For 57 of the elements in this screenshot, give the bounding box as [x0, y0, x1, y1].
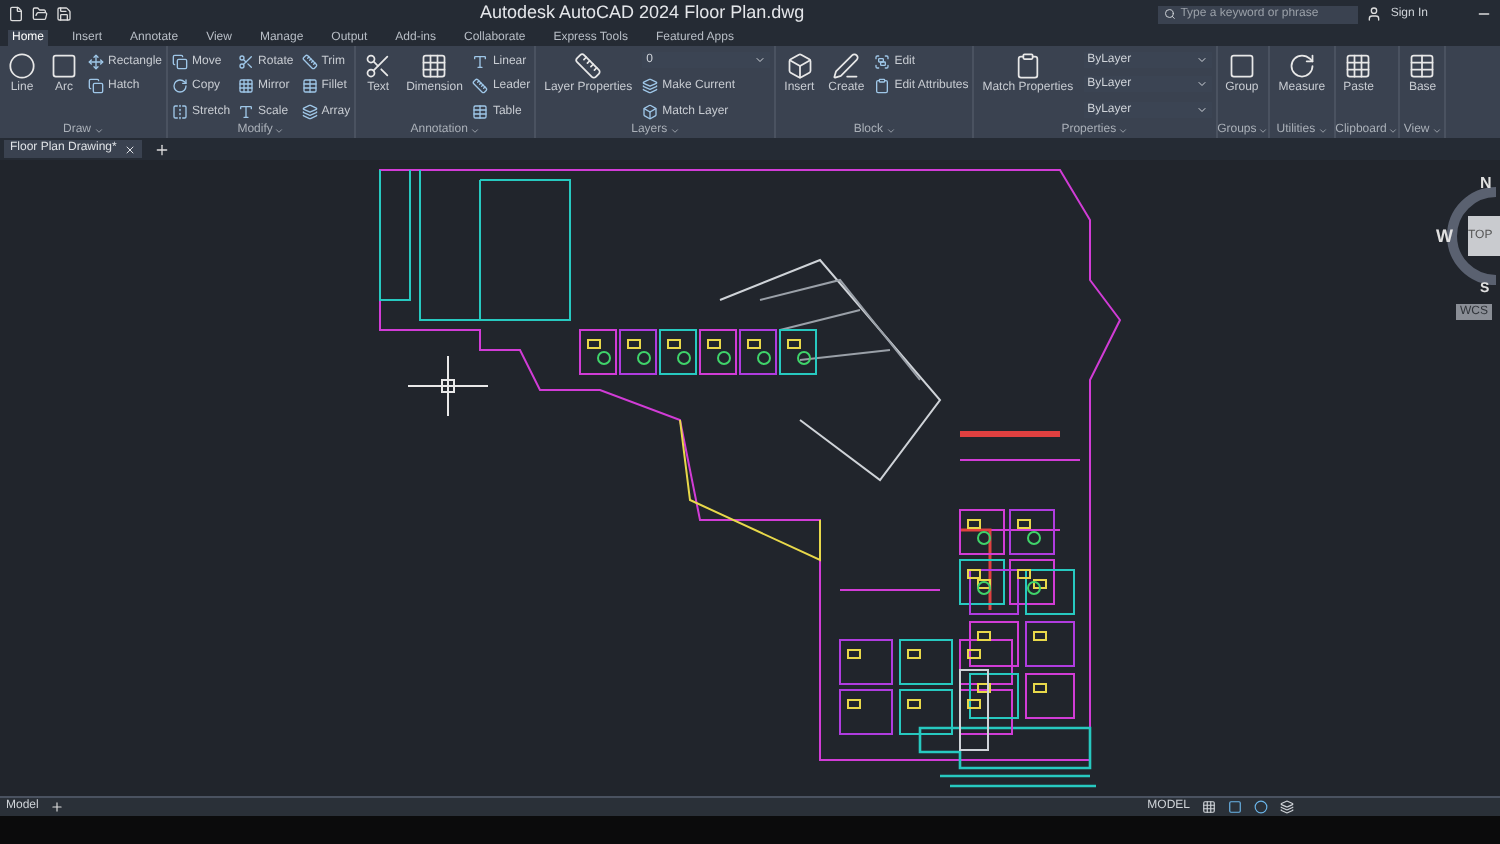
tool-icon [172, 103, 189, 120]
tool-icon [88, 54, 104, 71]
tool-icon [874, 78, 891, 95]
compass-north-label: N [1480, 174, 1492, 192]
tool-icon [50, 52, 78, 80]
tool-icon [301, 103, 318, 120]
tool-icon [238, 54, 255, 71]
tool-icon [472, 103, 489, 120]
new-tab-icon[interactable] [154, 141, 171, 157]
tool-icon [172, 54, 189, 71]
caret-icon [754, 54, 767, 66]
add-layout-icon[interactable] [50, 800, 65, 814]
tool-icon [1227, 52, 1256, 80]
expand-caret-icon[interactable] [1258, 125, 1269, 135]
ortho-icon[interactable] [1228, 800, 1242, 814]
tool-icon [472, 78, 489, 95]
expand-caret-icon[interactable] [669, 125, 680, 135]
open-folder-icon[interactable] [32, 6, 48, 22]
tool-icon [472, 54, 489, 71]
expand-caret-icon[interactable] [885, 125, 896, 135]
expand-caret-icon[interactable] [1431, 125, 1442, 135]
tool-icon [785, 52, 814, 80]
tool-icon [172, 78, 189, 95]
window-title: Autodesk AutoCAD 2024 Floor Plan.dwg [480, 0, 805, 27]
search-icon [1164, 8, 1177, 20]
tool-icon [1344, 52, 1373, 80]
tool-icon [88, 78, 104, 95]
tool-icon [642, 78, 659, 95]
expand-caret-icon[interactable] [1388, 125, 1399, 135]
expand-caret-icon[interactable] [1317, 125, 1328, 135]
tool-icon [301, 54, 318, 71]
tool-icon [642, 103, 659, 120]
expand-caret-icon[interactable] [1118, 125, 1129, 135]
tool-icon [832, 52, 861, 80]
tool-icon [8, 52, 36, 80]
tool-icon [1408, 52, 1437, 80]
tool-icon [574, 52, 603, 80]
close-icon[interactable] [124, 143, 137, 155]
tool-icon [301, 78, 318, 95]
new-file-icon[interactable] [8, 6, 24, 22]
layers-icon[interactable] [1280, 800, 1294, 814]
crosshair-cursor-icon [408, 356, 488, 416]
expand-caret-icon[interactable] [274, 125, 285, 135]
tool-icon [238, 78, 255, 95]
grid-icon[interactable] [1202, 800, 1216, 814]
tool-icon [420, 52, 449, 80]
tool-icon [1013, 52, 1042, 80]
tool-icon [1287, 52, 1316, 80]
user-icon[interactable] [1366, 6, 1383, 22]
expand-caret-icon[interactable] [469, 125, 480, 135]
osnap-icon[interactable] [1254, 800, 1268, 814]
save-icon[interactable] [56, 6, 72, 22]
expand-caret-icon[interactable] [93, 125, 104, 135]
compass-west-label: W [1436, 226, 1453, 246]
tool-icon [874, 54, 891, 71]
tool-icon [238, 103, 255, 120]
tool-icon [364, 52, 393, 80]
